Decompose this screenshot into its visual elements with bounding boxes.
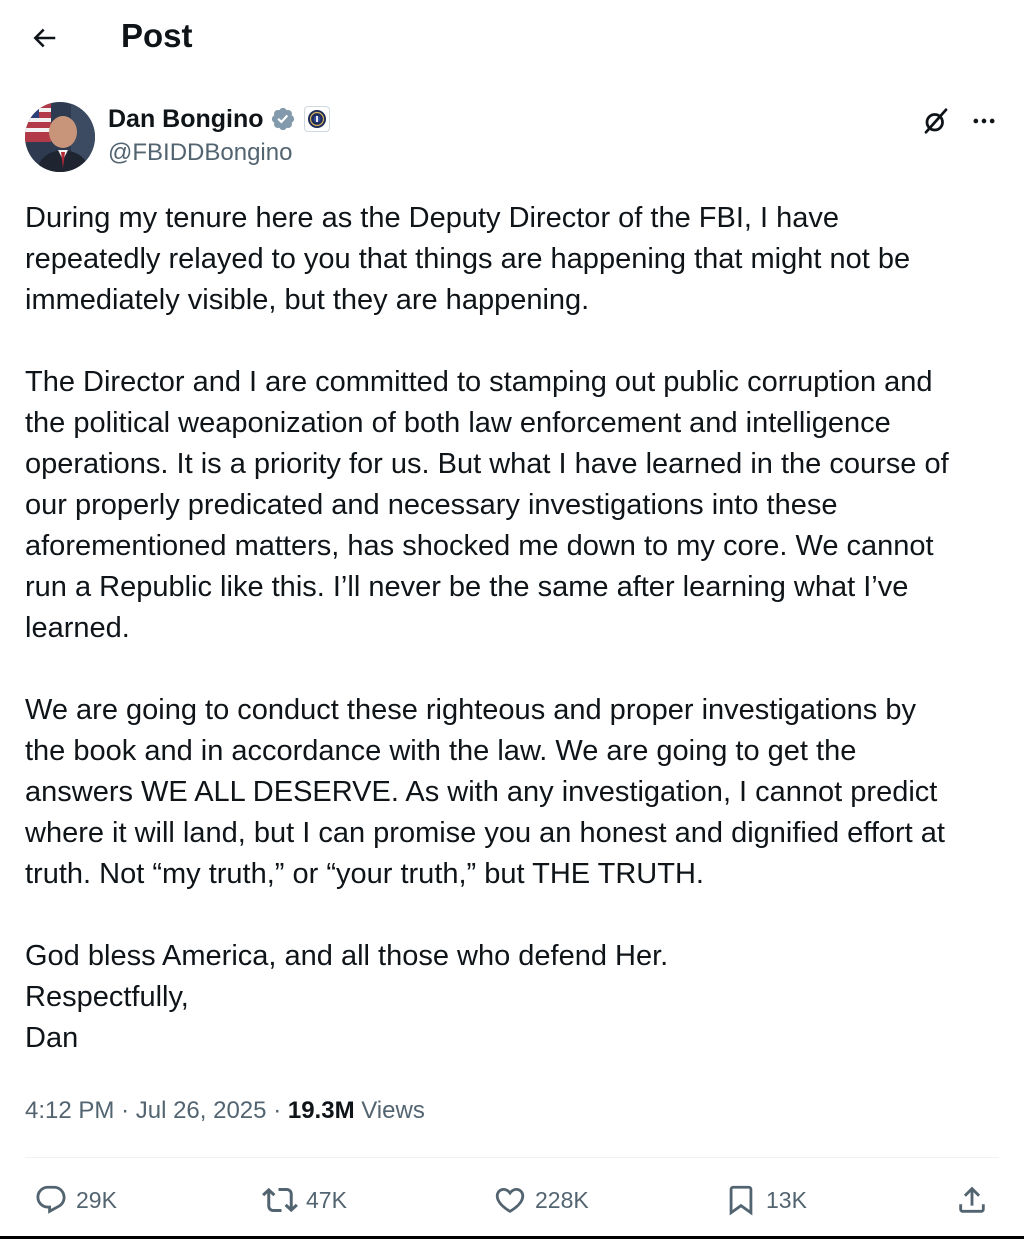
post-paragraph: God bless America, and all those who def…	[25, 936, 1010, 1059]
author-block: Dan Bongino @FBIDDBongino	[108, 102, 330, 170]
action-bar: 29K 47K 228K 13K	[0, 1170, 1024, 1230]
bookmark-button[interactable]: 13K	[724, 1170, 807, 1230]
views-count: 19.3M	[287, 1097, 355, 1124]
post-text: During my tenure here as the Deputy Dire…	[25, 198, 1010, 1059]
text-line: the political weaponization of both law …	[25, 407, 891, 439]
text-line: Respectfully,	[25, 981, 189, 1013]
avatar[interactable]	[25, 102, 95, 172]
reply-count: 29K	[76, 1186, 117, 1213]
avatar-image	[25, 102, 95, 172]
meta-separator: ·	[273, 1097, 288, 1124]
views-label: Views	[361, 1097, 425, 1124]
post-time[interactable]: 4:12 PM	[25, 1097, 114, 1124]
reply-icon	[36, 1185, 66, 1214]
meta-separator: ·	[121, 1097, 136, 1124]
text-line: answers WE ALL DESERVE. As with any inve…	[25, 776, 938, 808]
post-paragraph: The Director and I are committed to stam…	[25, 362, 1010, 649]
reply-button[interactable]: 29K	[34, 1170, 117, 1230]
text-line: truth. Not “my truth,” or “your truth,” …	[25, 858, 704, 890]
text-line: The Director and I are committed to stam…	[25, 366, 933, 398]
author-handle[interactable]: @FBIDDBongino	[108, 136, 330, 170]
text-line: operations. It is a priority for us. But…	[25, 448, 949, 480]
text-line: repeatedly relayed to you that things ar…	[25, 243, 911, 275]
grok-button[interactable]	[916, 103, 956, 139]
post-date[interactable]: Jul 26, 2025	[136, 1097, 267, 1124]
text-line: run a Republic like this. I’ll never be …	[25, 571, 909, 603]
repost-icon	[262, 1187, 298, 1213]
text-line: where it will land, but I can promise yo…	[25, 817, 945, 849]
divider	[25, 1157, 999, 1158]
text-line: God bless America, and all those who def…	[25, 940, 669, 972]
verified-badge-icon[interactable]	[270, 106, 296, 132]
text-line: aforementioned matters, has shocked me d…	[25, 530, 934, 562]
text-line: Dan	[25, 1022, 79, 1054]
text-line: During my tenure here as the Deputy Dire…	[25, 202, 839, 234]
like-button[interactable]: 228K	[493, 1170, 589, 1230]
more-icon	[973, 118, 995, 124]
share-icon	[959, 1186, 985, 1213]
repost-button[interactable]: 47K	[262, 1170, 347, 1230]
repost-count: 47K	[306, 1186, 347, 1213]
post-paragraph: During my tenure here as the Deputy Dire…	[25, 198, 1010, 321]
heart-icon	[495, 1187, 525, 1213]
fbi-seal-icon[interactable]	[303, 106, 330, 132]
grok-icon	[924, 108, 948, 134]
post-paragraph: We are going to conduct these righteous …	[25, 690, 1010, 895]
post-meta: 4:12 PM · Jul 26, 2025 · 19.3M Views	[25, 1093, 425, 1129]
share-button[interactable]	[955, 1170, 989, 1230]
author-name[interactable]: Dan Bongino	[108, 102, 264, 136]
text-line: immediately visible, but they are happen…	[25, 284, 590, 316]
back-button[interactable]	[24, 18, 64, 58]
text-line: We are going to conduct these righteous …	[25, 694, 916, 726]
text-line: our properly predicated and necessary in…	[25, 489, 838, 521]
header: Post	[0, 0, 1024, 76]
text-line: learned.	[25, 612, 130, 644]
text-line: the book and in accordance with the law.…	[25, 735, 857, 767]
page-title: Post	[121, 17, 193, 54]
arrow-left-icon	[33, 28, 56, 48]
more-button[interactable]	[964, 103, 1004, 139]
bookmark-icon	[729, 1185, 753, 1216]
like-count: 228K	[535, 1186, 589, 1213]
bookmark-count: 13K	[766, 1186, 807, 1213]
